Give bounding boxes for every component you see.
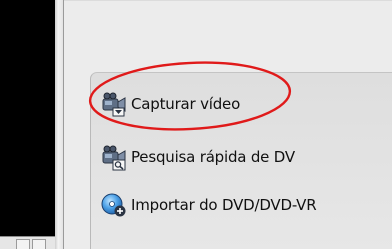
- video-camera-capture-icon: [99, 90, 129, 118]
- dvd-import-icon: [99, 191, 129, 219]
- preview-toolbar-button[interactable]: [32, 239, 46, 249]
- capture-video-item[interactable]: Capturar vídeo: [99, 90, 379, 118]
- vertical-scrollbar[interactable]: [55, 0, 64, 249]
- menu-item-label: Capturar vídeo: [131, 95, 241, 113]
- quick-dv-scan-item[interactable]: Pesquisa rápida de DV: [99, 143, 379, 171]
- capture-menu-panel: Capturar vídeo Pesquisa rápida de DV Imp…: [90, 72, 392, 249]
- video-preview-area: [0, 0, 55, 236]
- import-dvd-item[interactable]: Importar do DVD/DVD-VR: [99, 191, 379, 219]
- camcorder-search-icon: [99, 143, 129, 171]
- preview-toolbar-button[interactable]: [16, 239, 30, 249]
- screen: Capturar vídeo Pesquisa rápida de DV Imp…: [0, 0, 392, 249]
- menu-item-label: Pesquisa rápida de DV: [131, 148, 295, 166]
- menu-item-label: Importar do DVD/DVD-VR: [131, 196, 317, 214]
- divider: [64, 0, 392, 1]
- preview-toolbar: [0, 236, 55, 249]
